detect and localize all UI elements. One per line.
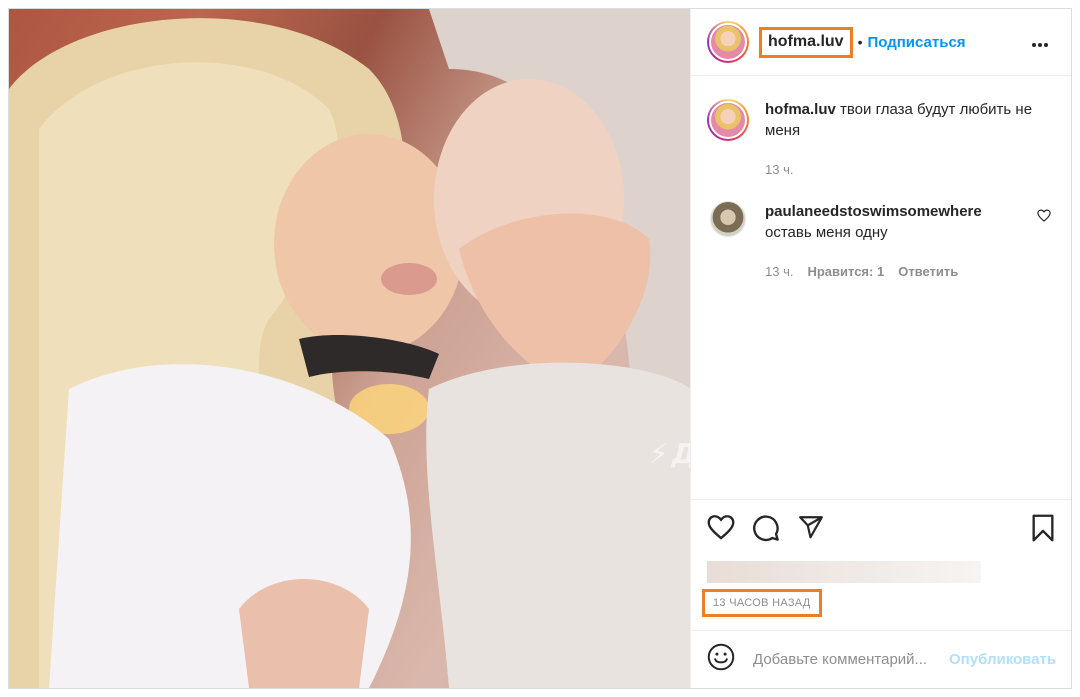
share-icon[interactable] — [797, 514, 825, 545]
comment-item: paulaneedstoswimsomewhere оставь меня од… — [707, 201, 1055, 282]
caption-body: hofma.luv твои глаза будут любить не мен… — [765, 99, 1055, 180]
comment-username[interactable]: paulaneedstoswimsomewhere — [765, 203, 982, 220]
comment-meta: 13 ч. Нравится: 1 Ответить — [765, 261, 1055, 282]
comment-input[interactable] — [753, 651, 943, 668]
post-header: hofma.luv • Подписаться — [691, 9, 1071, 76]
emoji-icon[interactable] — [707, 643, 735, 676]
photo-illustration — [9, 9, 690, 688]
bookmark-icon[interactable] — [1031, 514, 1055, 547]
separator-dot: • — [857, 34, 863, 50]
lightning-bolt-icon: ⚡ — [649, 437, 670, 470]
comment-body: paulaneedstoswimsomewhere оставь меня од… — [765, 201, 1055, 282]
caption-username[interactable]: hofma.luv — [765, 101, 836, 118]
more-options-icon[interactable] — [1031, 33, 1049, 51]
reply-button[interactable]: Ответить — [898, 261, 958, 282]
author-avatar[interactable] — [707, 21, 749, 63]
follow-button[interactable]: Подписаться — [867, 34, 965, 51]
heart-icon[interactable] — [707, 514, 735, 545]
post-image[interactable]: ⚡Двач — [9, 9, 690, 688]
caption-meta: 13 ч. — [765, 159, 1055, 180]
watermark-text: Двач — [672, 437, 690, 470]
action-bar — [691, 499, 1071, 559]
comment-time[interactable]: 13 ч. — [765, 261, 793, 282]
commenter-avatar[interactable] — [710, 201, 746, 237]
comments-section: hofma.luv твои глаза будут любить не мен… — [691, 99, 1071, 282]
caption: hofma.luv твои глаза будут любить не мен… — [707, 99, 1055, 180]
post-timestamp[interactable]: 13 ЧАСОВ НАЗАД — [713, 597, 811, 609]
author-username-highlight: hofma.luv — [759, 26, 853, 58]
comment-text: оставь меня одну — [765, 224, 888, 241]
watermark: ⚡Двач — [649, 437, 690, 470]
post-sidebar: hofma.luv • Подписаться hofma.luv твои г… — [690, 9, 1071, 688]
comment-likes[interactable]: Нравится: 1 — [807, 261, 884, 282]
author-username[interactable]: hofma.luv — [768, 33, 844, 50]
publish-button[interactable]: Опубликовать — [949, 651, 1056, 668]
caption-time[interactable]: 13 ч. — [765, 159, 793, 180]
comment-like-heart-icon[interactable] — [1037, 209, 1051, 227]
instagram-post: ⚡Двач hofma.luv • Подписаться hofma.luv … — [8, 8, 1072, 689]
likes-count-redacted — [707, 561, 981, 583]
caption-author-avatar[interactable] — [707, 99, 749, 141]
comment-icon[interactable] — [752, 514, 780, 547]
add-comment-bar: Опубликовать — [691, 630, 1071, 688]
timestamp-highlight: 13 ЧАСОВ НАЗАД — [702, 589, 822, 617]
